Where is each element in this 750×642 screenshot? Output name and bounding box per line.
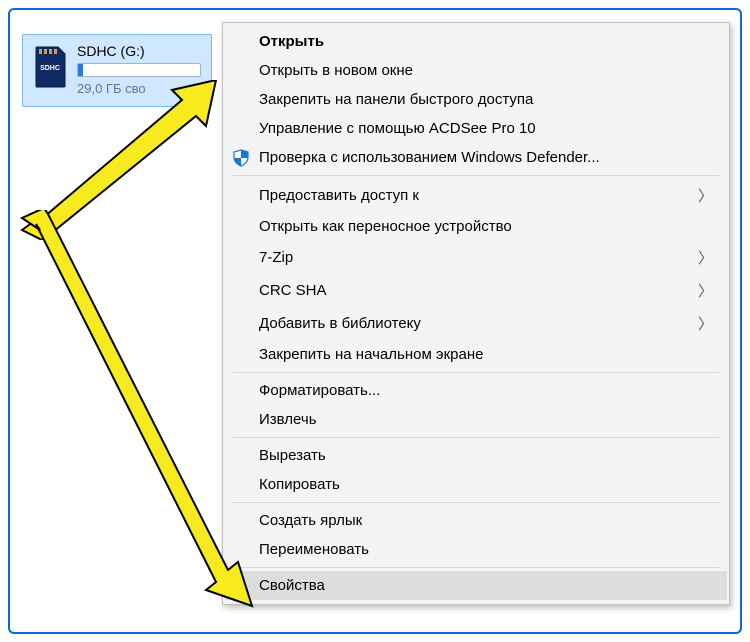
menu-item[interactable]: Копировать bbox=[225, 470, 727, 499]
menu-separator bbox=[233, 372, 719, 373]
drive-usage-bar bbox=[77, 63, 201, 77]
menu-item-label: Извлечь bbox=[259, 411, 713, 428]
menu-item-label: Закрепить на панели быстрого доступа bbox=[259, 91, 713, 108]
menu-item-label: Свойства bbox=[259, 577, 713, 594]
chevron-right-icon: 〉 bbox=[690, 313, 713, 334]
menu-item-label: Открыть bbox=[259, 33, 713, 50]
menu-item-label: Вырезать bbox=[259, 447, 713, 464]
menu-item[interactable]: Предоставить доступ к〉 bbox=[225, 179, 727, 212]
menu-item-label: Предоставить доступ к bbox=[259, 187, 690, 204]
menu-item-label: Управление с помощью ACDSee Pro 10 bbox=[259, 120, 713, 137]
menu-item[interactable]: Проверка с использованием Windows Defend… bbox=[225, 143, 727, 172]
menu-item[interactable]: Открыть как переносное устройство bbox=[225, 212, 727, 241]
svg-text:SDHC: SDHC bbox=[40, 65, 60, 72]
chevron-right-icon: 〉 bbox=[690, 247, 713, 268]
chevron-right-icon: 〉 bbox=[690, 185, 713, 206]
sdhc-card-icon: SDHC bbox=[33, 45, 67, 89]
menu-item-label: Переименовать bbox=[259, 541, 713, 558]
drive-free-caption: 29,0 ГБ сво bbox=[77, 81, 201, 96]
drive-tile[interactable]: SDHC SDHC (G:) 29,0 ГБ сво bbox=[22, 34, 212, 107]
menu-item[interactable]: Закрепить на панели быстрого доступа bbox=[225, 85, 727, 114]
menu-separator bbox=[233, 502, 719, 503]
menu-item[interactable]: Переименовать bbox=[225, 535, 727, 564]
menu-item-label: 7-Zip bbox=[259, 249, 690, 266]
context-menu: Открыть Открыть в новом окне Закрепить на … bbox=[222, 22, 730, 605]
menu-item-label: Проверка с использованием Windows Defend… bbox=[259, 149, 713, 166]
menu-separator bbox=[233, 437, 719, 438]
menu-item[interactable]: Открыть в новом окне bbox=[225, 56, 727, 85]
defender-shield-icon bbox=[231, 148, 251, 168]
menu-item[interactable]: 7-Zip〉 bbox=[225, 241, 727, 274]
menu-item[interactable]: Открыть bbox=[225, 27, 727, 56]
menu-item[interactable]: Вырезать bbox=[225, 441, 727, 470]
menu-item-label: Открыть как переносное устройство bbox=[259, 218, 713, 235]
menu-item[interactable]: Извлечь bbox=[225, 405, 727, 434]
menu-separator bbox=[233, 175, 719, 176]
menu-item-label: Добавить в библиотеку bbox=[259, 315, 690, 332]
menu-item[interactable]: Свойства bbox=[225, 571, 727, 600]
menu-item-label: Закрепить на начальном экране bbox=[259, 346, 713, 363]
menu-item[interactable]: Добавить в библиотеку〉 bbox=[225, 307, 727, 340]
menu-item-label: Копировать bbox=[259, 476, 713, 493]
chevron-right-icon: 〉 bbox=[690, 280, 713, 301]
menu-item[interactable]: Закрепить на начальном экране bbox=[225, 340, 727, 369]
drive-title: SDHC (G:) bbox=[77, 43, 201, 59]
menu-item[interactable]: CRC SHA〉 bbox=[225, 274, 727, 307]
menu-item[interactable]: Создать ярлык bbox=[225, 506, 727, 535]
menu-item-label: Открыть в новом окне bbox=[259, 62, 713, 79]
menu-separator bbox=[233, 567, 719, 568]
menu-item-label: CRC SHA bbox=[259, 282, 690, 299]
menu-item[interactable]: Форматировать... bbox=[225, 376, 727, 405]
menu-item-label: Создать ярлык bbox=[259, 512, 713, 529]
menu-item-label: Форматировать... bbox=[259, 382, 713, 399]
annotation-arrow-bottom bbox=[16, 210, 256, 630]
window-frame: SDHC SDHC (G:) 29,0 ГБ сво ОткрытьОткрыт… bbox=[8, 8, 742, 634]
menu-item[interactable]: Управление с помощью ACDSee Pro 10 bbox=[225, 114, 727, 143]
